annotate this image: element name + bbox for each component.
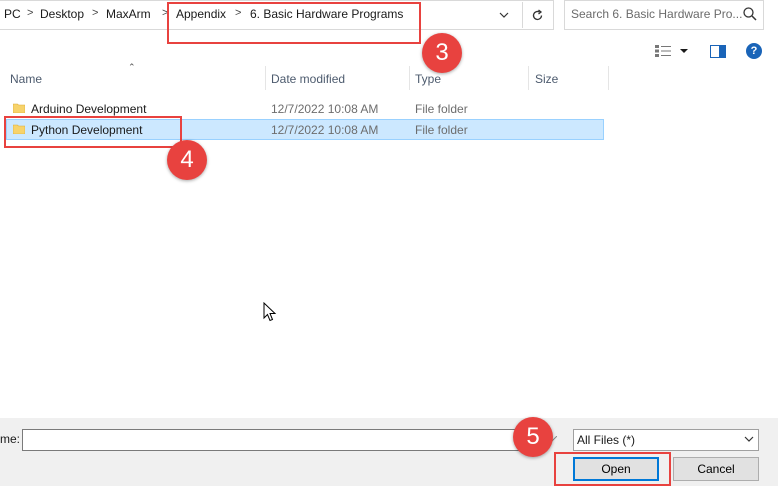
- search-input[interactable]: Search 6. Basic Hardware Pro...: [571, 7, 742, 21]
- annotation-box-step3: [167, 2, 421, 44]
- breadcrumb-separator[interactable]: >: [27, 7, 33, 19]
- column-divider[interactable]: [265, 66, 266, 90]
- column-header-size[interactable]: Size: [535, 72, 558, 86]
- item-name[interactable]: Arduino Development: [31, 102, 146, 116]
- search-icon[interactable]: [742, 6, 758, 22]
- folder-icon: [13, 103, 25, 113]
- annotation-box-step4: [4, 116, 182, 148]
- view-details-icon: [655, 45, 671, 57]
- breadcrumb-desktop[interactable]: Desktop: [40, 7, 84, 21]
- preview-pane-icon: [710, 44, 726, 58]
- item-date-modified: 12/7/2022 10:08 AM: [271, 123, 379, 137]
- column-header-type[interactable]: Type: [415, 72, 441, 86]
- column-divider[interactable]: [528, 66, 529, 90]
- item-date-modified: 12/7/2022 10:08 AM: [271, 102, 379, 116]
- breadcrumb-pc[interactable]: PC: [4, 7, 21, 21]
- help-button[interactable]: ?: [746, 43, 762, 59]
- file-name-label: me:: [0, 432, 21, 446]
- mouse-cursor-icon: [263, 302, 277, 322]
- preview-pane-button[interactable]: [710, 43, 726, 59]
- annotation-badge-step3: 3: [422, 33, 462, 73]
- cancel-button[interactable]: Cancel: [673, 457, 759, 481]
- annotation-badge-step4: 4: [167, 140, 207, 180]
- breadcrumb-maxarm[interactable]: MaxArm: [106, 7, 151, 21]
- column-header-date-modified[interactable]: Date modified: [271, 72, 345, 86]
- annotation-box-step5: [554, 452, 671, 486]
- chevron-down-icon[interactable]: [744, 436, 754, 442]
- address-dropdown-button[interactable]: [490, 2, 518, 28]
- item-type: File folder: [415, 123, 468, 137]
- breadcrumb-separator[interactable]: >: [92, 7, 98, 19]
- annotation-badge-step5: 5: [513, 417, 553, 457]
- column-header-name[interactable]: Name: [10, 72, 42, 86]
- column-divider[interactable]: [608, 66, 609, 90]
- file-type-value[interactable]: All Files (*): [577, 433, 635, 447]
- chevron-down-icon: [680, 49, 688, 53]
- refresh-button[interactable]: [522, 2, 551, 28]
- column-divider[interactable]: [409, 66, 410, 90]
- file-name-input[interactable]: [22, 429, 532, 451]
- refresh-icon: [532, 8, 542, 20]
- chevron-down-icon: [499, 12, 509, 18]
- change-view-button[interactable]: [655, 43, 689, 59]
- item-type: File folder: [415, 102, 468, 116]
- sort-ascending-icon: ⌃: [128, 62, 136, 72]
